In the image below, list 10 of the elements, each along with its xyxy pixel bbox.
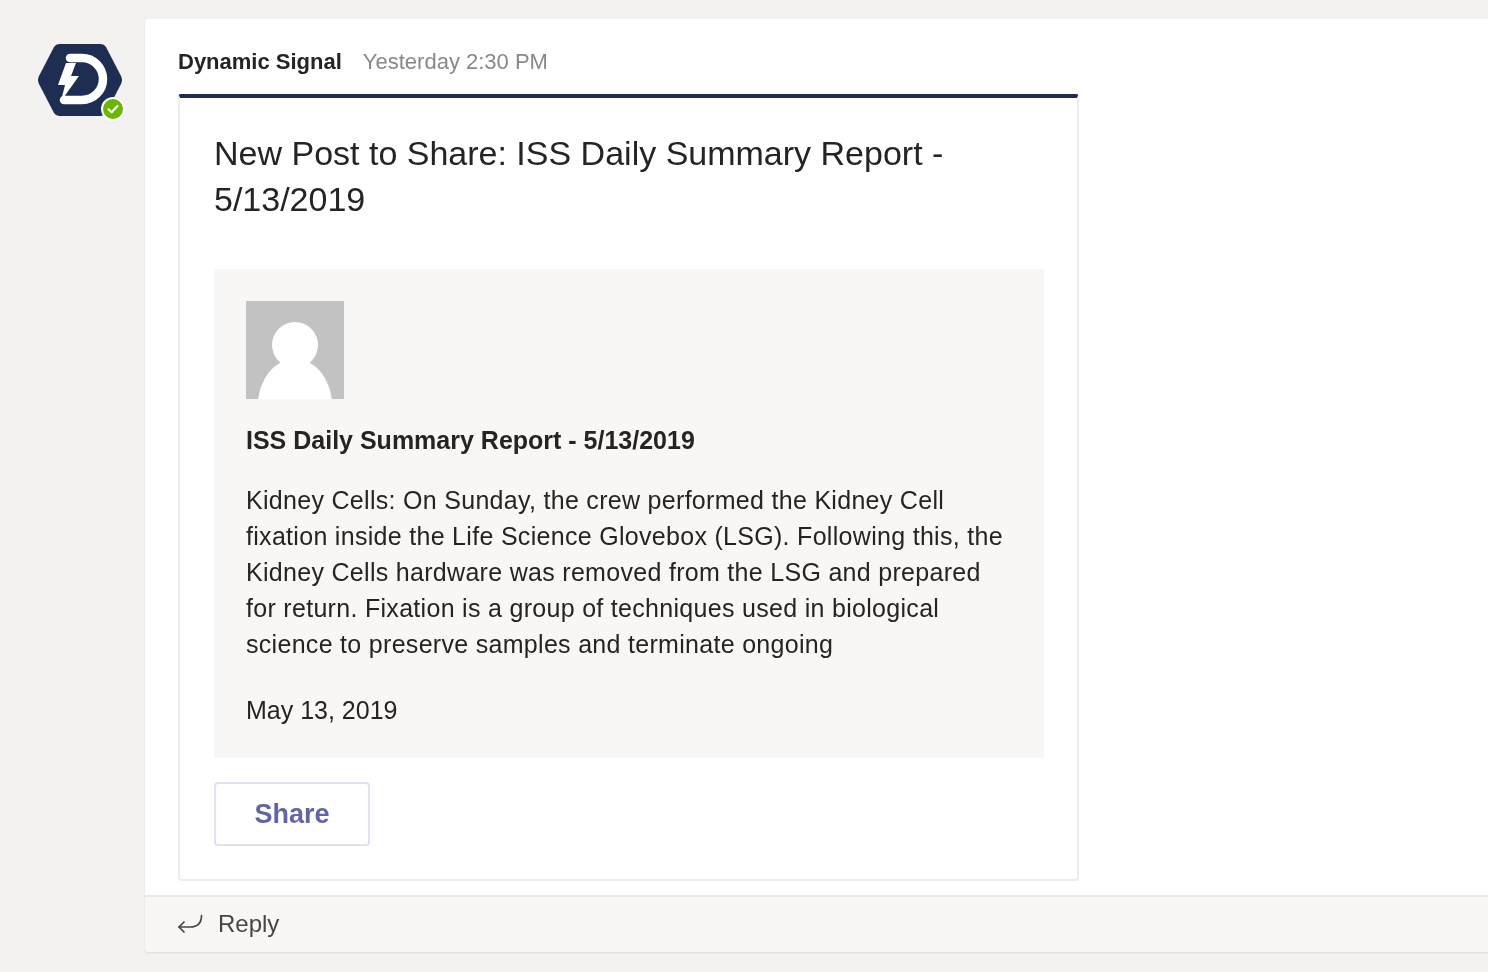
- reply-arrow-icon: [177, 914, 203, 934]
- hexagon-logo-icon: [37, 41, 123, 119]
- post-excerpt: Kidney Cells: On Sunday, the crew performed the Kidney Cell fixation inside the Life Science Glovebox (LSG). Following this, the Kidney Cells hardware was removed from the LSG and prepared for return. Fixation is a group of techniques used in biological science to preserve samples and terminate ongoing: [246, 485, 1004, 660]
- post-date: May 13, 2019: [246, 695, 399, 726]
- message-timestamp: Yesterday 2:30 PM: [362, 48, 548, 76]
- card-title: New Post to Share: ISS Daily Summary Report - 5/13/2019: [214, 133, 945, 220]
- sender-name: Dynamic Signal: [178, 48, 342, 76]
- action-button[interactable]: Share: [214, 782, 370, 846]
- reply-button[interactable]: Reply: [177, 908, 280, 940]
- post-title: ISS Daily Summary Report - 5/13/2019: [246, 425, 696, 456]
